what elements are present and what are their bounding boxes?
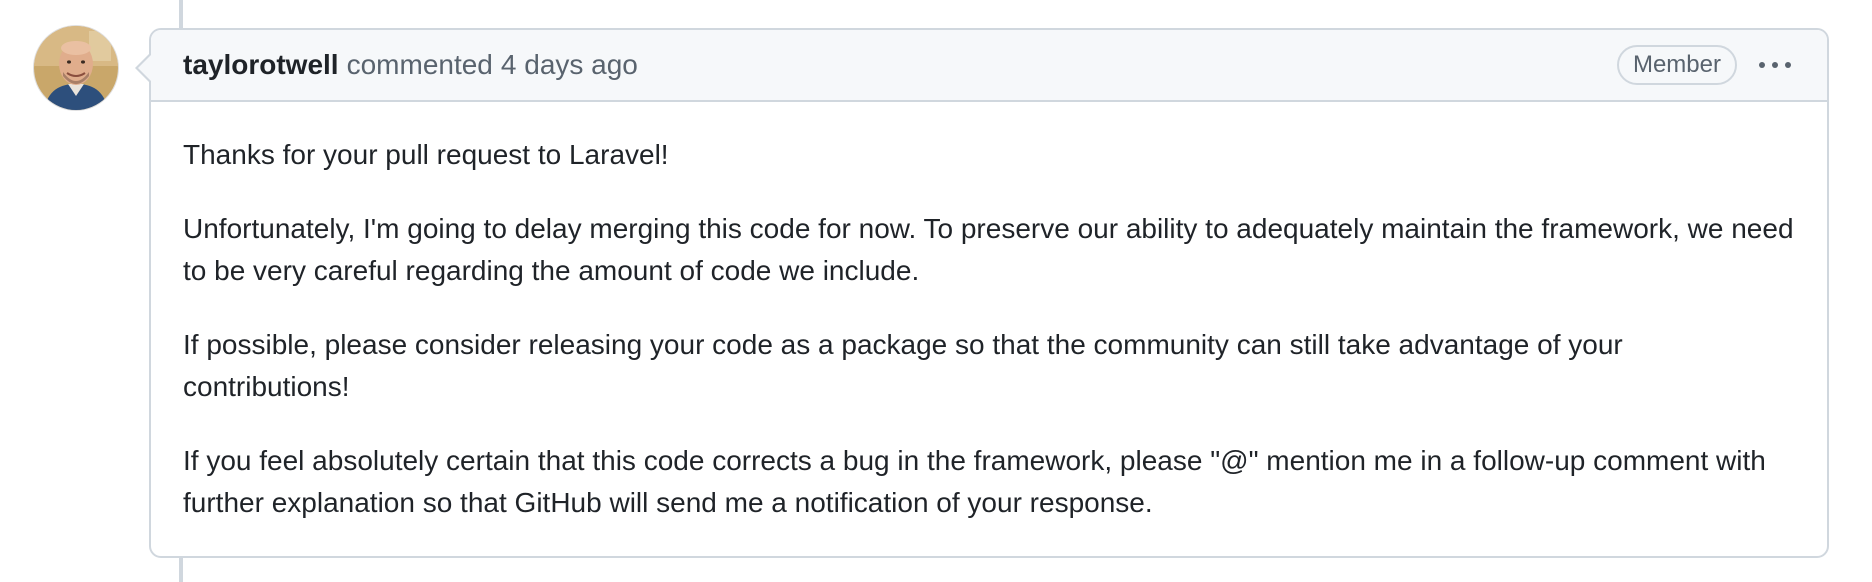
comment-action: commented <box>346 49 493 80</box>
role-badge: Member <box>1616 45 1737 85</box>
avatar[interactable] <box>34 26 118 110</box>
header-actions: Member <box>1616 45 1795 85</box>
user-avatar-icon <box>34 26 118 110</box>
comment-paragraph: Thanks for your pull request to Laravel! <box>183 139 669 170</box>
comment-paragraph: If you feel absolutely certain that this… <box>183 445 1766 518</box>
comment-pointer-fill <box>138 54 152 82</box>
comment-options-button[interactable] <box>1755 54 1795 76</box>
kebab-horizontal-icon <box>1759 62 1765 68</box>
comment-box: taylorotwell commented 4 days ago Member… <box>149 28 1829 558</box>
comment-timestamp[interactable]: 4 days ago <box>501 49 638 81</box>
kebab-horizontal-icon-dot <box>1772 62 1778 68</box>
comment-header: taylorotwell commented 4 days ago Member <box>151 30 1827 102</box>
comment-paragraph: Unfortunately, I'm going to delay mergin… <box>183 213 1794 286</box>
comment-paragraph: If possible, please consider releasing y… <box>183 329 1623 402</box>
kebab-horizontal-icon-dot <box>1785 62 1791 68</box>
author-link[interactable]: taylorotwell <box>183 49 339 81</box>
comment-body: Thanks for your pull request to Laravel!… <box>151 102 1827 524</box>
timeline: taylorotwell commented 4 days ago Member… <box>0 0 1872 582</box>
